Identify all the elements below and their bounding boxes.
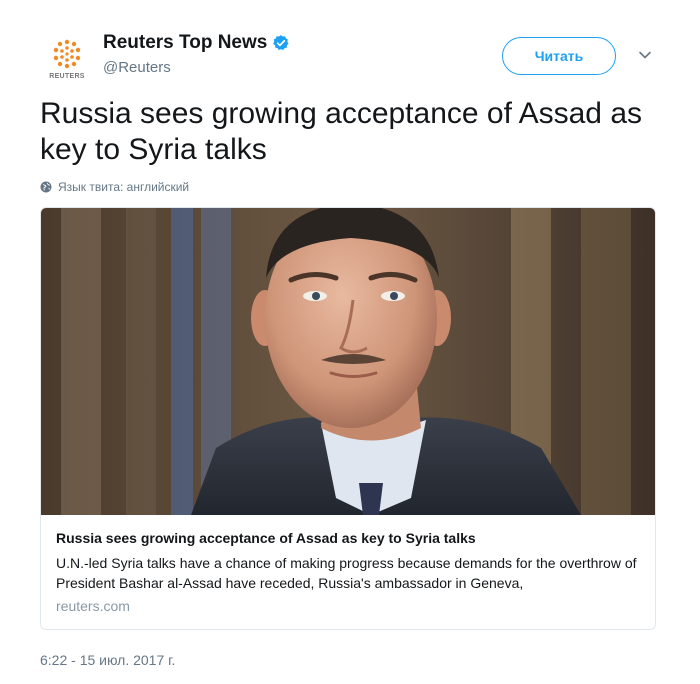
portrait-photo (41, 208, 655, 515)
verified-badge-icon (273, 35, 289, 50)
tweet-language: Язык твита: английский (40, 180, 189, 194)
avatar[interactable]: REUTERS (47, 38, 87, 80)
card-description: U.N.-led Syria talks have a chance of ma… (56, 555, 637, 591)
card-image[interactable] (41, 208, 655, 515)
follow-button[interactable]: Читать (502, 37, 616, 75)
card-domain[interactable]: reuters.com (56, 598, 646, 614)
tweet-text: Russia sees growing acceptance of Assad … (40, 97, 643, 166)
author-display-name[interactable]: Reuters Top News (103, 32, 267, 54)
tweet-header: REUTERS Reuters Top News @Reuters Читать (40, 30, 670, 90)
globe-icon (40, 181, 52, 193)
link-card[interactable]: Russia sees growing acceptance of Assad … (40, 207, 656, 630)
reuters-logo-icon (53, 39, 81, 69)
card-body[interactable]: Russia sees growing acceptance of Assad … (56, 528, 646, 614)
chevron-down-icon[interactable] (638, 48, 652, 62)
tweet-language-label: Язык твита: английский (58, 180, 190, 194)
tweet-timestamp[interactable]: 6:22 - 15 июл. 2017 г. (40, 652, 175, 668)
author-name-row: Reuters Top News (103, 32, 290, 54)
avatar-logo-text: REUTERS (49, 73, 85, 80)
card-title[interactable]: Russia sees growing acceptance of Assad … (56, 528, 646, 548)
author-handle[interactable]: @Reuters (103, 59, 171, 76)
